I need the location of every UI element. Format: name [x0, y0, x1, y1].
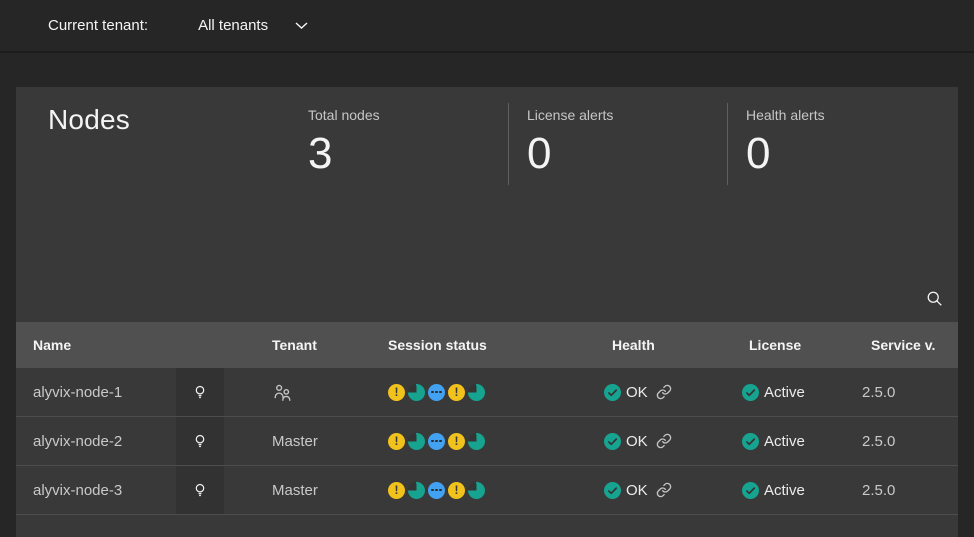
- table-row-node-3[interactable]: alyvix-node-3 Master ! !: [16, 466, 958, 515]
- warning-icon: !: [388, 482, 405, 499]
- node-name: alyvix-node-3: [33, 482, 122, 499]
- session-status-icons: ! !: [340, 368, 565, 416]
- session-pie-icon: [408, 482, 425, 499]
- session-pie-icon: [408, 433, 425, 450]
- user-multiple-icon: [272, 382, 293, 403]
- lightbulb-icon: [192, 384, 208, 400]
- warning-icon: !: [448, 384, 465, 401]
- check-circle-icon: [604, 384, 621, 401]
- check-circle-icon: [604, 482, 621, 499]
- column-header-session: Session status: [340, 322, 565, 368]
- nodes-table: Name Tenant Session status Health Licens…: [16, 322, 958, 536]
- lightbulb-icon: [192, 433, 208, 449]
- lightbulb-button[interactable]: [176, 466, 224, 514]
- service-version: 2.5.0: [862, 384, 895, 401]
- lightbulb-icon: [192, 482, 208, 498]
- tenant-name: Master: [272, 433, 318, 450]
- table-row-empty: [16, 515, 958, 536]
- stat-label: Health alerts: [746, 106, 957, 124]
- search-button[interactable]: [912, 274, 956, 322]
- link-icon: [656, 482, 672, 498]
- chevron-down-icon: [295, 22, 308, 30]
- lightbulb-button[interactable]: [176, 417, 224, 465]
- node-name: alyvix-node-2: [33, 433, 122, 450]
- stat-label: License alerts: [527, 106, 727, 124]
- page-title: Nodes: [48, 104, 130, 136]
- check-circle-icon: [604, 433, 621, 450]
- session-status-icons: ! !: [340, 417, 565, 465]
- lightbulb-button[interactable]: [176, 368, 224, 416]
- session-status-icons: ! !: [340, 466, 565, 514]
- health-status: OK: [626, 433, 648, 450]
- node-name: alyvix-node-1: [33, 384, 122, 401]
- link-icon: [656, 384, 672, 400]
- table-toolbar: [16, 274, 958, 322]
- warning-icon: !: [448, 482, 465, 499]
- stat-value: 0: [527, 130, 727, 178]
- stat-health-alerts: Health alerts 0: [727, 103, 957, 185]
- tenant-select-value: All tenants: [198, 17, 268, 34]
- stat-total-nodes: Total nodes 3: [308, 103, 508, 185]
- app-root: Current tenant: All tenants Nodes Total …: [0, 0, 974, 537]
- stat-value: 3: [308, 130, 508, 178]
- service-version: 2.5.0: [862, 433, 895, 450]
- license-status: Active: [764, 433, 805, 450]
- check-circle-icon: [742, 482, 759, 499]
- session-running-icon: [428, 482, 445, 499]
- tenant-select[interactable]: All tenants: [198, 17, 308, 34]
- current-tenant-label: Current tenant:: [48, 17, 148, 34]
- warning-icon: !: [448, 433, 465, 450]
- health-link-button[interactable]: [656, 433, 672, 449]
- warning-icon: !: [388, 384, 405, 401]
- session-running-icon: [428, 384, 445, 401]
- session-pie-icon: [468, 482, 485, 499]
- stat-value: 0: [746, 130, 957, 178]
- column-header-service: Service v.: [830, 322, 958, 368]
- health-status: OK: [626, 482, 648, 499]
- health-status: OK: [626, 384, 648, 401]
- service-version: 2.5.0: [862, 482, 895, 499]
- stat-label: Total nodes: [308, 106, 508, 124]
- table-row-node-1[interactable]: alyvix-node-1: [16, 368, 958, 417]
- check-circle-icon: [742, 384, 759, 401]
- check-circle-icon: [742, 433, 759, 450]
- health-link-button[interactable]: [656, 384, 672, 400]
- session-pie-icon: [468, 384, 485, 401]
- column-header-health: Health: [565, 322, 700, 368]
- session-pie-icon: [468, 433, 485, 450]
- session-running-icon: [428, 433, 445, 450]
- nodes-panel: Nodes Total nodes 3 License alerts 0 Hea…: [16, 87, 958, 537]
- warning-icon: !: [388, 433, 405, 450]
- license-status: Active: [764, 384, 805, 401]
- link-icon: [656, 433, 672, 449]
- tenant-name: Master: [272, 482, 318, 499]
- stats-bar: Total nodes 3 License alerts 0 Health al…: [308, 103, 957, 185]
- session-pie-icon: [408, 384, 425, 401]
- license-status: Active: [764, 482, 805, 499]
- search-icon: [926, 290, 943, 307]
- column-header-name: Name: [16, 322, 176, 368]
- table-row-node-2[interactable]: alyvix-node-2 Master ! !: [16, 417, 958, 466]
- topbar: Current tenant: All tenants: [0, 0, 974, 53]
- table-header-row: Name Tenant Session status Health Licens…: [16, 322, 958, 368]
- column-header-license: License: [700, 322, 830, 368]
- column-header-indicator: [176, 322, 224, 368]
- health-link-button[interactable]: [656, 482, 672, 498]
- column-header-tenant: Tenant: [224, 322, 340, 368]
- stat-license-alerts: License alerts 0: [508, 103, 727, 185]
